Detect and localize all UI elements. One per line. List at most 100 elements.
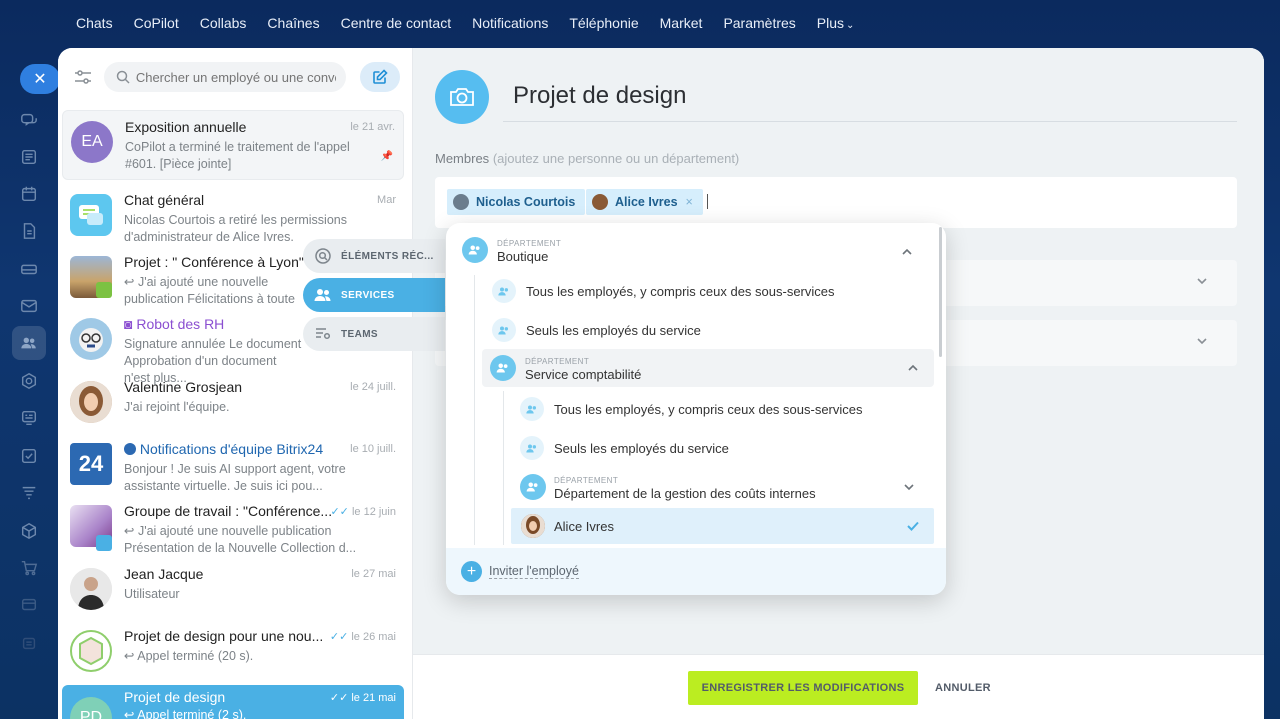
avatar	[521, 514, 545, 538]
automation-icon[interactable]	[16, 630, 42, 656]
funnel-icon[interactable]	[16, 480, 42, 506]
chat-message: ↩ J'ai ajouté une nouvelle publication F…	[124, 275, 295, 306]
chat-title: Notifications d'équipe Bitrix24	[124, 441, 354, 457]
chat-item[interactable]: Projet de design pour une nou... ✓✓ le 2…	[62, 620, 404, 682]
employees-icon[interactable]	[12, 326, 46, 360]
department-boutique[interactable]: DÉPARTEMENT Boutique	[462, 235, 930, 275]
chat-icon[interactable]	[16, 107, 42, 133]
compose-icon	[373, 69, 388, 84]
chat-date: ✓✓ le 12 juin	[330, 505, 396, 518]
chat-message: ↩ Appel terminé (2 s).	[124, 708, 247, 719]
filter-icon[interactable]	[70, 64, 96, 90]
drive-icon[interactable]	[16, 256, 42, 282]
search-icon	[116, 70, 130, 84]
chat-date: ✓✓ le 21 mai	[330, 691, 396, 704]
pin-icon: 📌	[380, 151, 393, 162]
tree-guide	[503, 391, 504, 545]
title-underline	[503, 121, 1237, 122]
cart-icon[interactable]	[16, 555, 42, 581]
group-badge-icon	[96, 282, 112, 298]
chat-title: Projet de design	[124, 689, 226, 705]
compose-button[interactable]	[360, 62, 400, 92]
tasks-icon[interactable]	[16, 443, 42, 469]
chevron-down-icon	[1197, 278, 1207, 285]
nav-more[interactable]: Plus ⌄	[817, 15, 855, 31]
chat-item[interactable]: Valentine Grosjean le 24 juill. J'ai rej…	[62, 371, 404, 433]
calendar-icon[interactable]	[16, 181, 42, 207]
chat-item[interactable]: Groupe de travail : "Conférence... ✓✓ le…	[62, 495, 404, 557]
tab-services[interactable]: SERVICES	[303, 278, 445, 312]
nav-collabs[interactable]: Collabs	[200, 15, 247, 31]
tree-guide	[474, 275, 475, 545]
nav-chaines[interactable]: Chaînes	[267, 15, 319, 31]
department-accounting[interactable]: DÉPARTEMENT Service comptabilité	[482, 349, 934, 387]
option-label: Tous les employés, y compris ceux des so…	[526, 284, 835, 299]
document-icon[interactable]	[16, 218, 42, 244]
chevron-down-icon	[904, 484, 914, 491]
close-icon[interactable]: ✕	[20, 64, 60, 94]
scrollbar[interactable]	[939, 227, 942, 357]
chat-message: Bonjour ! Je suis AI support agent, votr…	[124, 462, 346, 493]
nav-settings[interactable]: Paramètres	[723, 15, 795, 31]
chat-item-selected[interactable]: PD Projet de design ✓✓ le 21 mai ↩ Appel…	[62, 685, 404, 719]
chevron-down-icon	[1197, 338, 1207, 345]
search-list-icon	[313, 246, 333, 266]
search-input[interactable]	[135, 69, 336, 85]
chat-item[interactable]: Jean Jacque le 27 mai Utilisateur	[62, 558, 404, 620]
member-chip[interactable]: Nicolas Courtois	[447, 189, 586, 215]
top-navigation: Chats CoPilot Collabs Chaînes Centre de …	[76, 0, 875, 46]
chat-title: Projet de design pour une nou...	[124, 628, 324, 644]
remove-chip-icon[interactable]: ×	[686, 195, 693, 209]
feed-icon[interactable]	[16, 144, 42, 170]
nav-chats[interactable]: Chats	[76, 15, 113, 31]
camera-icon[interactable]	[435, 70, 489, 124]
chat-item[interactable]: EA Exposition annuelle le 21 avr. CoPilo…	[62, 110, 404, 180]
bot-icon: ◙	[124, 316, 137, 332]
nav-more-label: Plus	[816, 15, 845, 31]
read-check-icon: ✓✓	[329, 692, 352, 704]
department-name: Département de la gestion des coûts inte…	[554, 486, 816, 501]
option-only-employees[interactable]: Seuls les employés du service	[520, 430, 930, 466]
nav-notifications[interactable]: Notifications	[472, 15, 548, 31]
cancel-button[interactable]: ANNULER	[935, 671, 991, 705]
member-chip-label: Nicolas Courtois	[476, 195, 576, 209]
group-badge-icon	[96, 535, 112, 551]
chat-date: Mar	[377, 194, 396, 206]
plus-icon: +	[461, 561, 482, 582]
chat-title-text: Notifications d'équipe Bitrix24	[139, 441, 324, 457]
nav-market[interactable]: Market	[660, 15, 703, 31]
department-internal-costs[interactable]: DÉPARTEMENT Département de la gestion de…	[520, 467, 930, 507]
chevron-down-icon: ⌄	[846, 20, 855, 31]
option-all-employees[interactable]: Tous les employés, y compris ceux des so…	[492, 273, 932, 309]
person-alice-ivres[interactable]: Alice Ivres	[511, 508, 934, 544]
box-icon[interactable]	[16, 518, 42, 544]
department-icon	[520, 474, 546, 500]
contact-center-icon[interactable]	[16, 405, 42, 431]
chat-date-text: le 26 mai	[351, 631, 396, 643]
nav-copilot[interactable]: CoPilot	[134, 15, 179, 31]
save-button[interactable]: ENREGISTRER LES MODIFICATIONS	[688, 671, 918, 705]
crm-icon[interactable]	[16, 368, 42, 394]
member-chip[interactable]: Alice Ivres ×	[586, 189, 703, 215]
nav-telephony[interactable]: Téléphonie	[569, 15, 638, 31]
member-chip-label: Alice Ivres	[615, 195, 678, 209]
tab-recent[interactable]: ÉLÉMENTS RÉC...	[303, 239, 445, 273]
chat-item[interactable]: Chat général Mar Nicolas Courtois a reti…	[62, 184, 404, 246]
nav-contact-center[interactable]: Centre de contact	[341, 15, 452, 31]
tab-label: SERVICES	[341, 289, 395, 301]
mail-icon[interactable]	[16, 293, 42, 319]
chat-name-title[interactable]: Projet de design	[513, 82, 686, 110]
members-field[interactable]: Nicolas Courtois Alice Ivres ×	[435, 177, 1237, 228]
chat-item[interactable]: 24 Notifications d'équipe Bitrix24 le 10…	[62, 433, 404, 495]
users-icon	[520, 397, 544, 421]
tab-teams[interactable]: TEAMS	[303, 317, 445, 351]
sites-icon[interactable]	[16, 592, 42, 618]
option-all-employees[interactable]: Tous les employés, y compris ceux des so…	[520, 391, 930, 427]
chat-date: le 21 avr.	[350, 121, 395, 133]
invite-employee-button[interactable]: + Inviter l'employé	[446, 548, 946, 595]
robot-avatar	[70, 318, 112, 360]
avatar	[592, 194, 608, 210]
department-name: Service comptabilité	[525, 367, 642, 382]
avatar	[70, 630, 112, 672]
option-only-employees[interactable]: Seuls les employés du service	[492, 312, 932, 348]
